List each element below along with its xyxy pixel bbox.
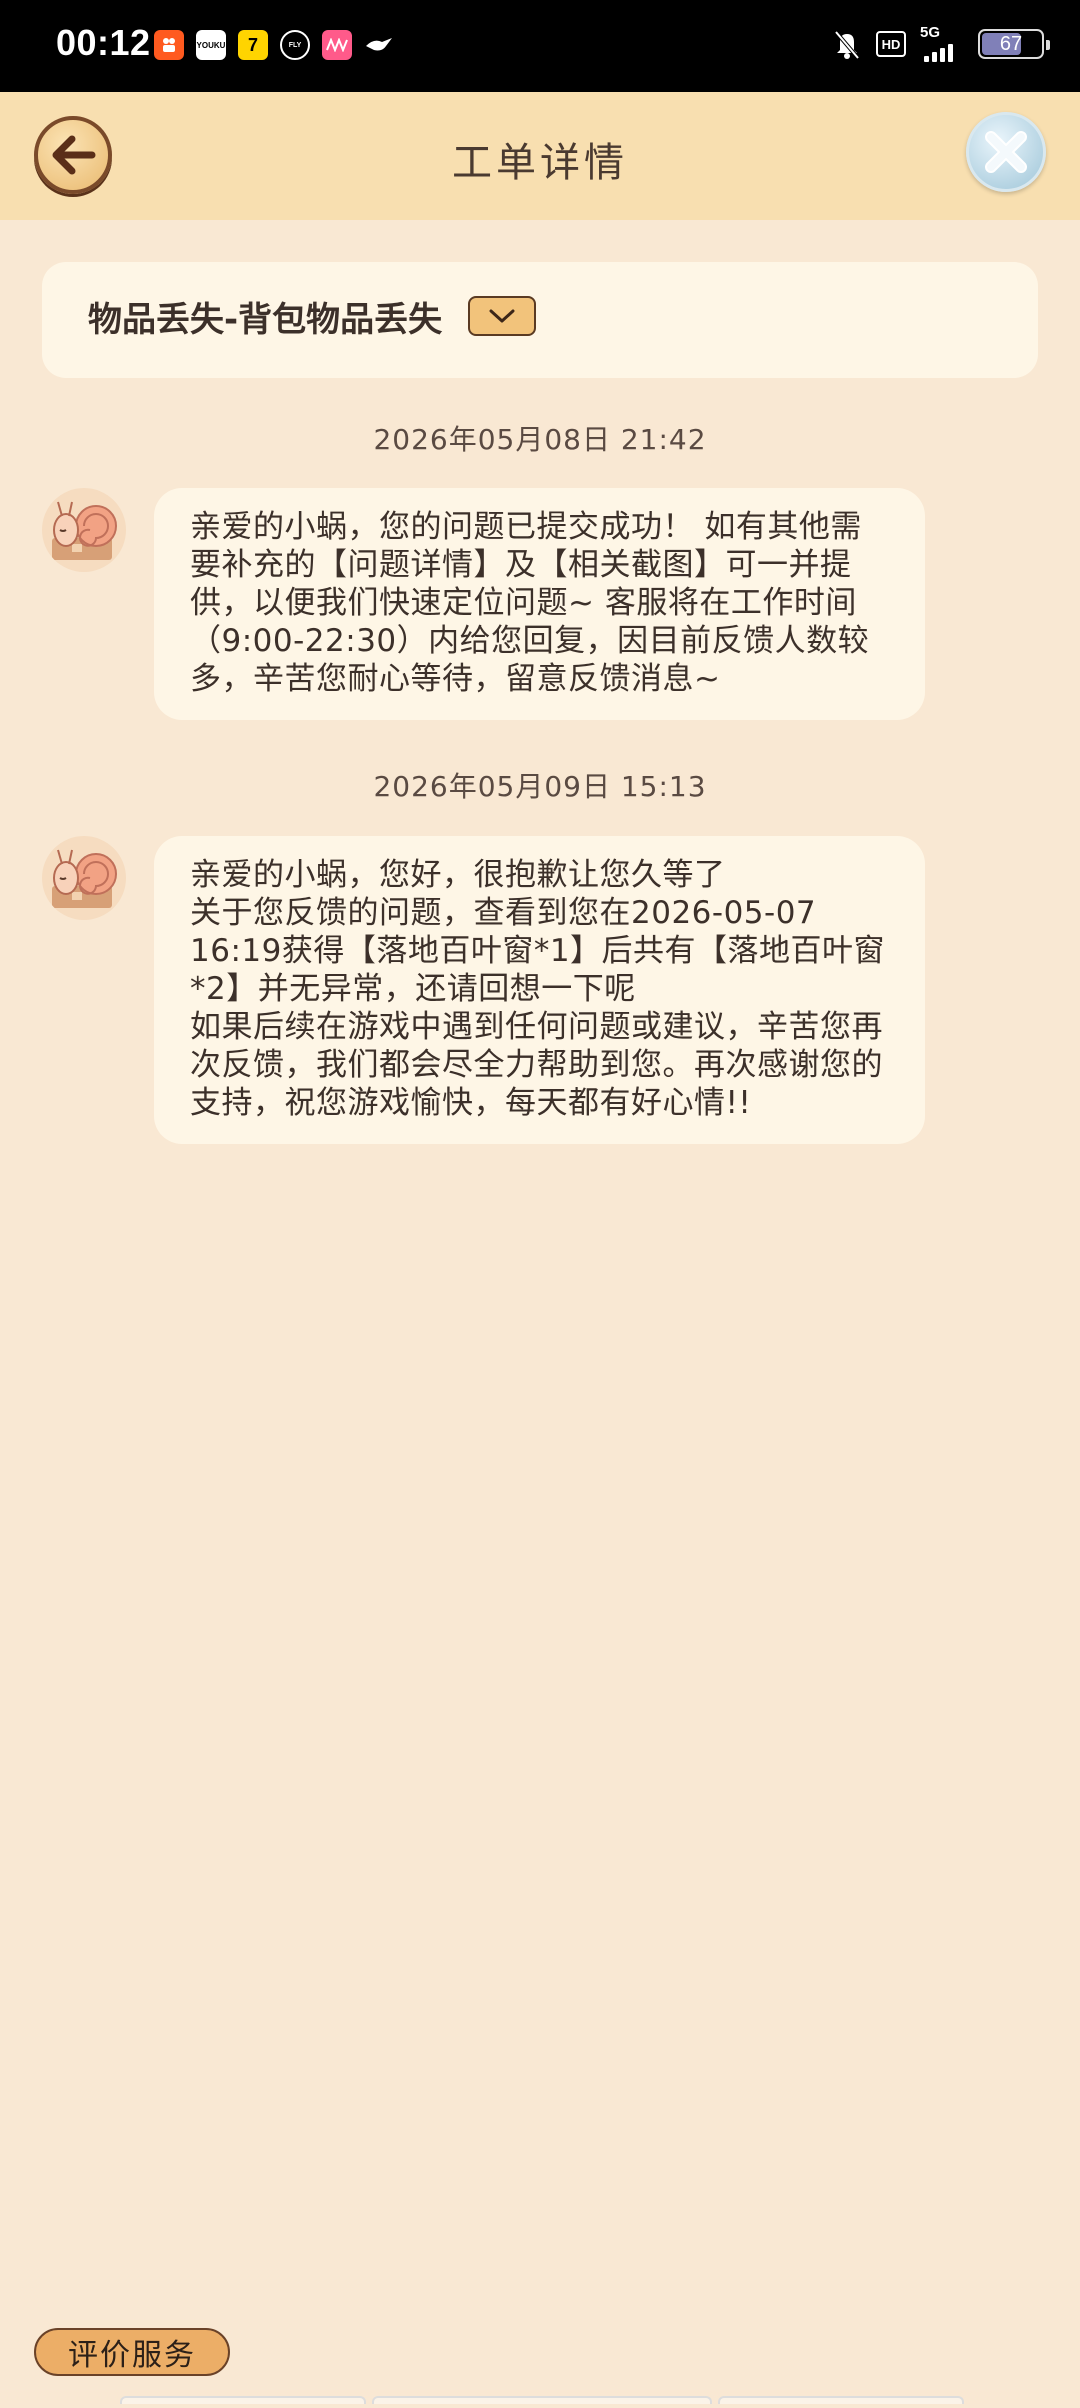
status-time: 00:12 <box>56 22 151 63</box>
video-app-icon <box>322 30 352 60</box>
fly-app-icon: FLY <box>280 30 310 60</box>
rate-service-button[interactable]: 评价服务 <box>34 2328 230 2376</box>
page-header: 工单详情 <box>0 92 1080 220</box>
message-bubble: 亲爱的小蜗，您好，很抱歉让您久等了 关于您反馈的问题，查看到您在2026-05-… <box>154 836 925 1144</box>
page-title: 工单详情 <box>452 140 628 186</box>
battery-level: 67 <box>999 32 1023 55</box>
snail-avatar <box>42 488 126 572</box>
ticket-category-card: 物品丢失-背包物品丢失 <box>42 262 1038 378</box>
close-button[interactable] <box>966 112 1046 192</box>
battery-icon: 67 <box>978 29 1050 59</box>
signal-icon: 5G <box>920 24 964 62</box>
youku-app-icon: YOUKU <box>196 30 226 60</box>
bottom-tab-outline <box>120 2396 964 2404</box>
snail-avatar <box>42 836 126 920</box>
notification-icons: YOUKU 7 FLY <box>154 30 394 60</box>
bird-app-icon <box>364 30 394 60</box>
message-timestamp: 2026年05月09日 15:13 <box>373 770 707 803</box>
ticket-category: 物品丢失-背包物品丢失 <box>88 300 443 340</box>
message-bubble: 亲爱的小蜗，您的问题已提交成功！ 如有其他需要补充的【问题详情】及【相关截图】可… <box>154 488 925 720</box>
qimao-app-icon: 7 <box>238 30 268 60</box>
status-bar: 00:12 YOUKU 7 FLY HD 5G 67 <box>0 0 1080 92</box>
mute-icon <box>834 30 860 60</box>
close-icon <box>985 131 1027 173</box>
category-dropdown-button[interactable] <box>468 296 536 336</box>
message-timestamp: 2026年05月08日 21:42 <box>373 423 707 456</box>
network-type: 5G <box>920 24 941 41</box>
hd-icon: HD <box>876 31 906 57</box>
snail-icon <box>52 501 117 560</box>
chevron-down-icon <box>489 309 515 323</box>
kuaishou-app-icon <box>154 30 184 60</box>
snail-icon <box>52 849 117 908</box>
